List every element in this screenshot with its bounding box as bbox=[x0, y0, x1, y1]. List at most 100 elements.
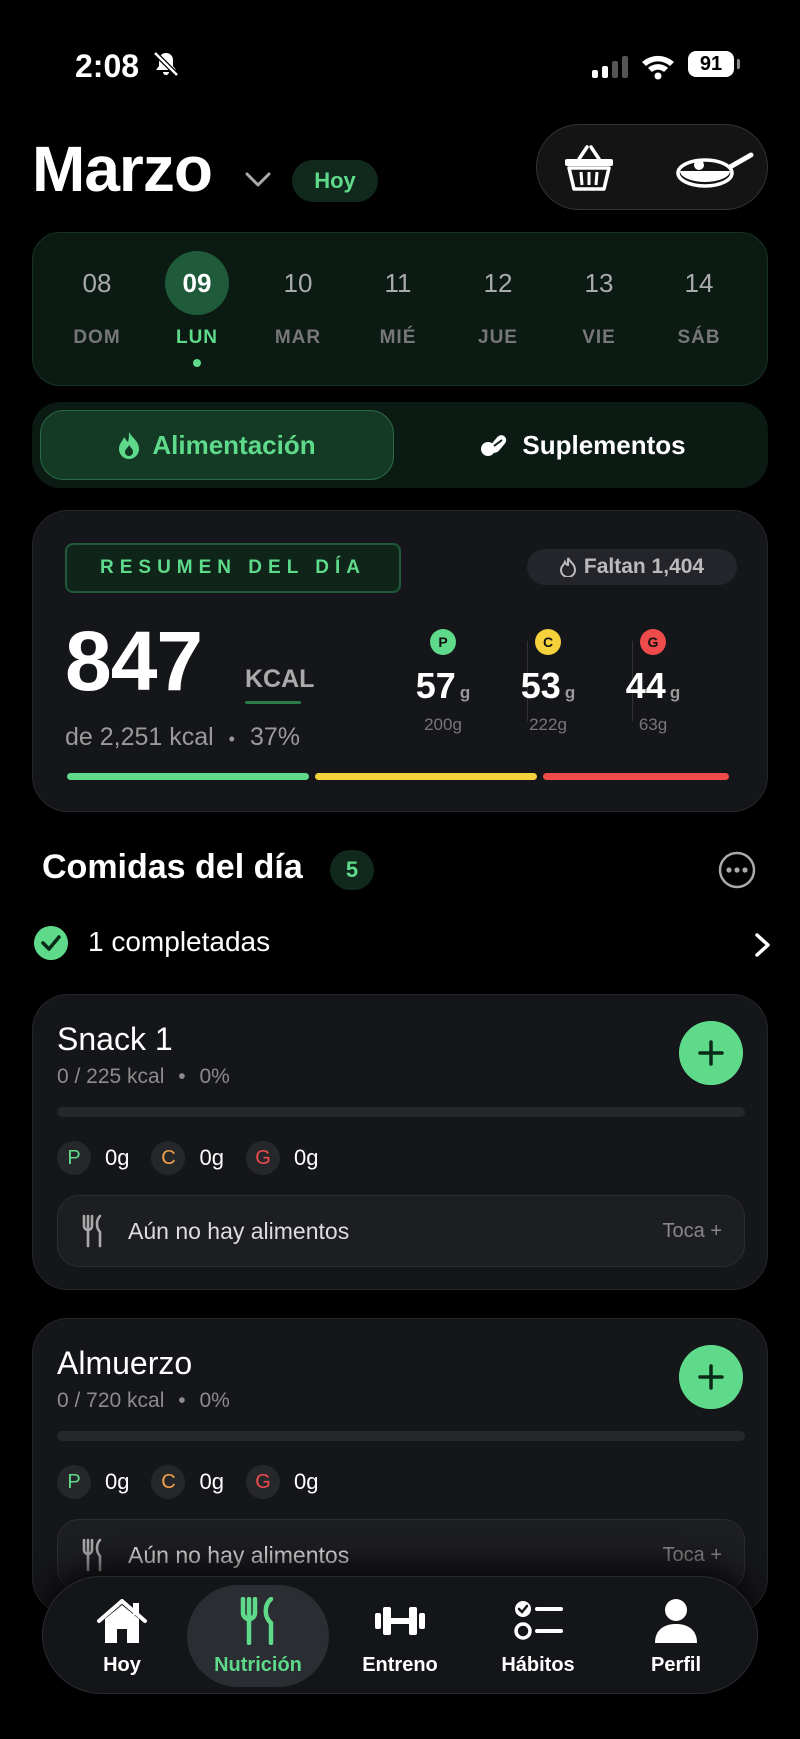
tab-perfil[interactable]: Perfil bbox=[605, 1585, 747, 1687]
empty-foods-row[interactable]: Aún no hay alimentos Toca + bbox=[57, 1195, 745, 1267]
meal-macros: P 0g C 0g G 0g bbox=[57, 1465, 318, 1499]
fat-goal: 63g bbox=[638, 715, 668, 734]
tab-entreno[interactable]: Entreno bbox=[329, 1585, 471, 1687]
chevron-down-icon[interactable] bbox=[243, 170, 273, 190]
tab-label: Perfil bbox=[650, 1654, 702, 1676]
tab-label: Hábitos bbox=[501, 1654, 575, 1676]
today-dot bbox=[193, 359, 201, 367]
calories-consumed: 847 bbox=[65, 614, 203, 708]
day-number: 10 bbox=[283, 267, 313, 298]
protein-goal: 200g bbox=[424, 715, 462, 734]
day-number: 11 bbox=[384, 267, 412, 298]
meal-progress-bar bbox=[57, 1431, 745, 1441]
day-item[interactable]: 14 SÁB bbox=[659, 251, 739, 349]
month-title[interactable]: Marzo bbox=[32, 132, 213, 206]
macro-protein: P 0g bbox=[57, 1141, 129, 1175]
add-food-button[interactable] bbox=[679, 1021, 743, 1085]
house-icon bbox=[97, 1599, 147, 1643]
tap-hint: Toca + bbox=[662, 1220, 722, 1242]
macro-carbs: C 53 g 222g bbox=[500, 629, 596, 735]
person-icon bbox=[655, 1599, 697, 1643]
fat-value: 0g bbox=[293, 1469, 319, 1494]
protein-progress-bar bbox=[67, 773, 309, 780]
status-bar: 2:08 91 bbox=[0, 44, 800, 84]
tab-label: Alimentación bbox=[152, 429, 316, 460]
meal-progress-bar bbox=[57, 1107, 745, 1117]
remaining-text: Faltan 1,404 bbox=[583, 555, 705, 578]
tab-suplementos[interactable]: Suplementos bbox=[406, 410, 760, 480]
completed-meals-text: 1 completadas bbox=[88, 926, 271, 957]
frying-pan-icon[interactable] bbox=[675, 143, 755, 193]
protein-badge: P bbox=[57, 1141, 91, 1175]
day-label: MAR bbox=[274, 327, 322, 348]
battery-indicator: 91 bbox=[688, 51, 740, 77]
protein-badge: P bbox=[57, 1465, 91, 1499]
tab-habitos[interactable]: Hábitos bbox=[467, 1585, 609, 1687]
completed-meals-row[interactable]: 1 completadas bbox=[34, 924, 772, 962]
tab-label: Nutrición bbox=[214, 1654, 302, 1676]
signal-icon bbox=[592, 56, 628, 78]
day-item[interactable]: 13 VIE bbox=[559, 251, 639, 349]
day-item-selected[interactable]: 09 LUN bbox=[157, 251, 237, 367]
day-label: VIE bbox=[582, 327, 616, 348]
calories-goal: de 2,251 kcal • 37% bbox=[65, 723, 300, 752]
unit: g bbox=[459, 683, 471, 702]
protein-value: 0g bbox=[105, 1145, 130, 1170]
meal-card-almuerzo[interactable]: Almuerzo 0 / 720 kcal • 0% P 0g C 0g G 0g A… bbox=[32, 1318, 768, 1614]
tab-nutricion[interactable]: Nutrición bbox=[187, 1585, 329, 1687]
fat-amount: 44 bbox=[625, 665, 666, 706]
more-options-icon[interactable] bbox=[718, 851, 756, 889]
status-time: 2:08 bbox=[75, 48, 140, 84]
meal-name: Almuerzo bbox=[57, 1345, 193, 1381]
separator-dot: • bbox=[178, 1065, 186, 1088]
unit-underline bbox=[245, 701, 301, 704]
fat-value: 0g bbox=[293, 1145, 319, 1170]
macro-protein: P 0g bbox=[57, 1465, 129, 1499]
day-label: JUE bbox=[478, 327, 518, 348]
meals-title: Comidas del día bbox=[42, 848, 303, 886]
segment-control: Alimentación Suplementos bbox=[32, 402, 768, 488]
fat-badge: G bbox=[245, 1141, 280, 1175]
meal-name: Snack 1 bbox=[57, 1021, 173, 1057]
day-label: MIÉ bbox=[379, 327, 417, 348]
summary-tag: RESUMEN DEL DÍA bbox=[65, 543, 401, 593]
day-item[interactable]: 10 MAR bbox=[258, 251, 338, 349]
day-number: 08 bbox=[82, 267, 112, 298]
flame-outline-icon bbox=[559, 557, 576, 577]
separator-dot: • bbox=[228, 729, 235, 749]
day-item[interactable]: 12 JUE bbox=[458, 251, 538, 349]
check-circle-icon bbox=[34, 926, 68, 960]
macro-carbs: C 0g bbox=[151, 1465, 224, 1499]
fat-progress-bar bbox=[543, 773, 729, 780]
meals-count-badge: 5 bbox=[330, 850, 374, 890]
meal-card-snack-1[interactable]: Snack 1 0 / 225 kcal • 0% P 0g C 0g G 0g Aú… bbox=[32, 994, 768, 1290]
day-number: 14 bbox=[684, 267, 714, 298]
dumbbell-icon bbox=[375, 1607, 425, 1635]
day-number: 12 bbox=[483, 267, 513, 298]
day-item[interactable]: 08 DOM bbox=[57, 251, 137, 349]
bell-muted-icon bbox=[153, 51, 179, 77]
fork-knife-icon bbox=[240, 1596, 274, 1646]
add-food-button[interactable] bbox=[679, 1345, 743, 1409]
meal-macros: P 0g C 0g G 0g bbox=[57, 1141, 318, 1175]
wifi-icon bbox=[642, 55, 674, 80]
today-button[interactable]: Hoy bbox=[292, 160, 378, 202]
fat-badge: G bbox=[640, 629, 666, 655]
protein-value: 0g bbox=[105, 1469, 130, 1494]
empty-foods-text: Aún no hay alimentos bbox=[128, 1542, 350, 1568]
meal-percent: 0% bbox=[199, 1065, 230, 1088]
pills-icon bbox=[481, 435, 507, 456]
carbs-badge: C bbox=[151, 1465, 186, 1499]
tab-hoy[interactable]: Hoy bbox=[51, 1585, 193, 1687]
meal-kcal-text: 0 / 225 kcal bbox=[57, 1065, 165, 1088]
protein-value: 57 g bbox=[395, 665, 491, 707]
tab-alimentacion[interactable]: Alimentación bbox=[40, 410, 394, 480]
day-label: LUN bbox=[175, 327, 219, 348]
carbs-value: 53 g bbox=[500, 665, 596, 707]
basket-icon[interactable] bbox=[561, 143, 617, 193]
tap-hint: Toca + bbox=[662, 1544, 722, 1566]
week-strip: 08 DOM 09 LUN 10 MAR 11 MIÉ 12 JUE 13 VI… bbox=[32, 232, 768, 386]
day-item[interactable]: 11 MIÉ bbox=[358, 251, 438, 349]
unit: g bbox=[564, 683, 576, 702]
meal-calories: 0 / 720 kcal • 0% bbox=[57, 1389, 230, 1413]
